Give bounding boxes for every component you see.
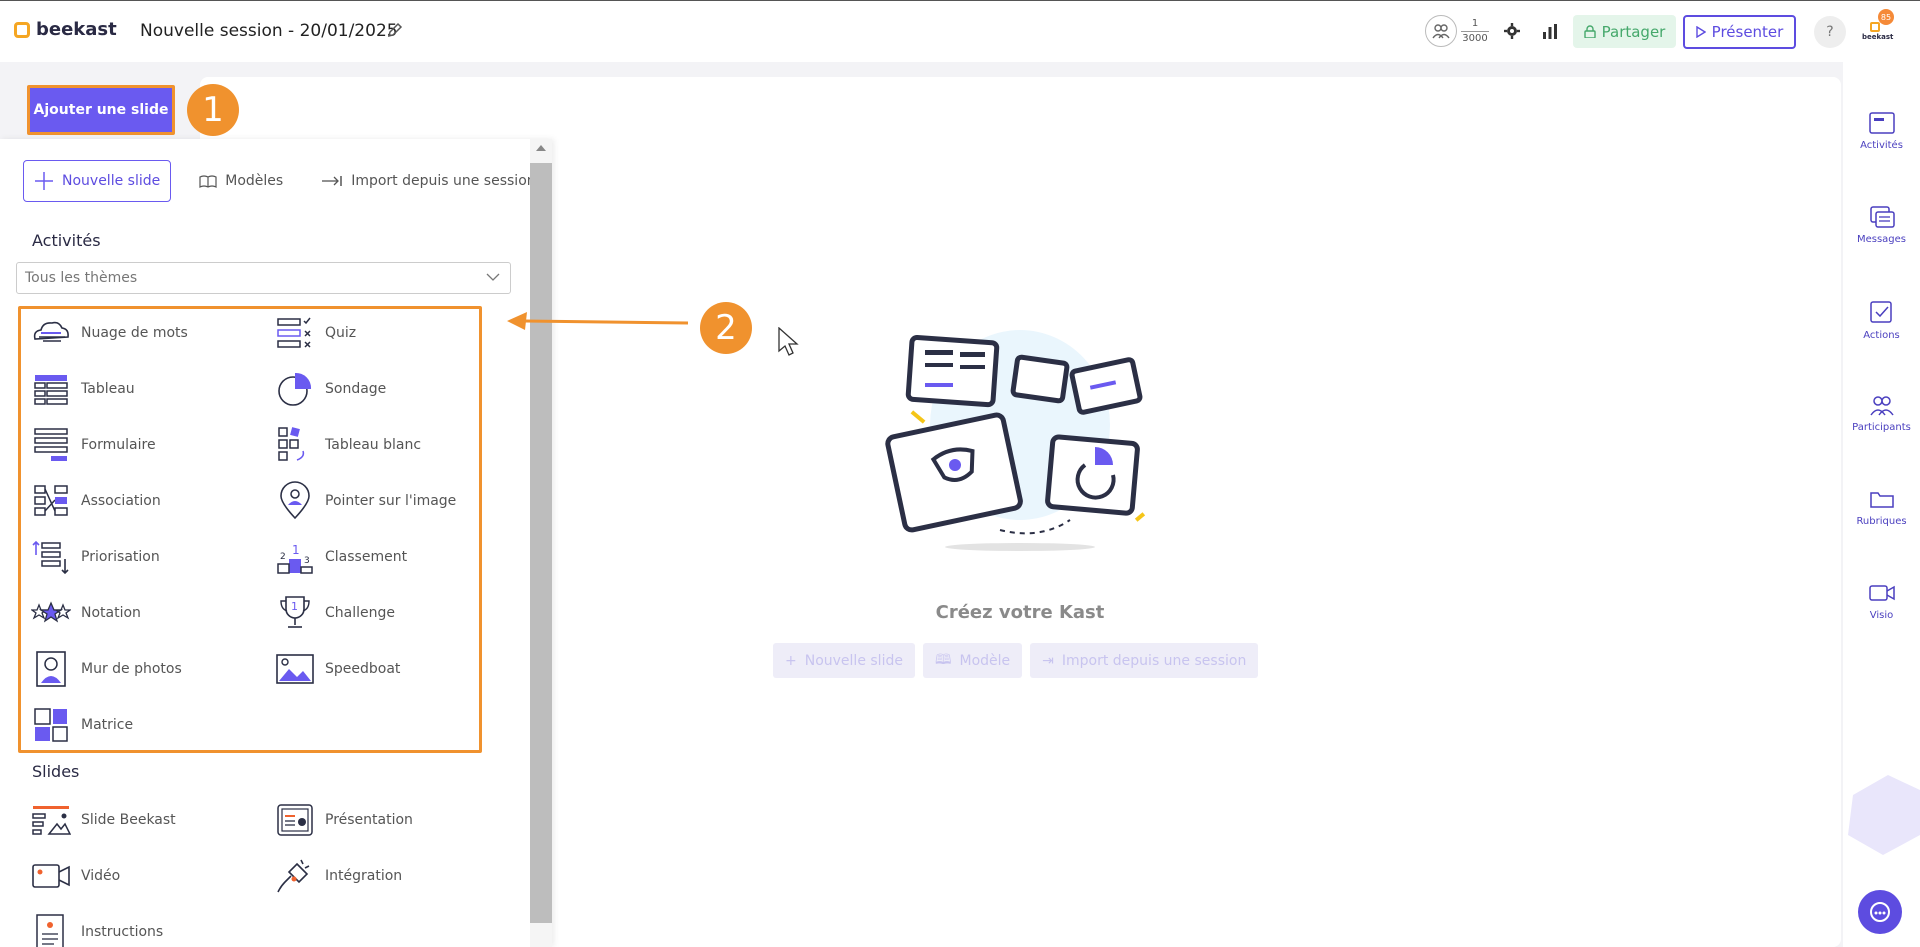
add-slide-panel: Nouvelle slide Modèles Import depuis une… (0, 139, 552, 947)
folder-icon (1869, 492, 1894, 508)
callout-step-2: 2 (700, 302, 752, 354)
mouse-cursor-icon (778, 327, 799, 356)
open-book-icon (199, 175, 217, 188)
decorative-hexagon-icon (1848, 775, 1920, 855)
import-arrow-icon: ⇥ (1042, 652, 1054, 669)
empty-state-actions: + Nouvelle slide 🕮 Modèle ⇥ Import depuis u… (773, 643, 1259, 678)
slide-label: Intégration (325, 868, 403, 884)
presentation-icon (277, 804, 313, 836)
sidebar-item-rubriques[interactable]: Rubriques (1843, 488, 1920, 527)
scroll-up-arrow-icon[interactable] (536, 145, 546, 151)
sidebar-item-actions[interactable]: Actions (1843, 300, 1920, 341)
activities-heading: Activités (32, 231, 101, 250)
slides-heading: Slides (32, 762, 80, 781)
pencil-icon[interactable] (386, 21, 404, 39)
tab-import-label: Import depuis une session (351, 173, 536, 189)
gear-icon[interactable] (1504, 23, 1520, 39)
plug-icon (277, 859, 310, 893)
share-label: Partager (1601, 22, 1666, 41)
logo-text: beekast (36, 19, 117, 40)
participants-group-icon (1869, 396, 1894, 416)
sidebar-item-messages[interactable]: Messages (1843, 206, 1920, 245)
beekast-logo-icon (14, 21, 30, 38)
slide-instructions[interactable]: Instructions (31, 912, 163, 947)
participant-counter[interactable]: 1 3000 (1425, 15, 1489, 47)
tab-new-slide-label: Nouvelle slide (62, 173, 161, 189)
sidebar-label-participants: Participants (1852, 422, 1911, 433)
present-button[interactable]: Présenter (1683, 15, 1796, 49)
cta-template-label: Modèle (959, 652, 1011, 669)
slide-label: Présentation (325, 812, 413, 828)
chevron-down-icon (486, 273, 500, 281)
theme-select[interactable]: Tous les thèmes (16, 262, 511, 294)
tab-new-slide[interactable]: Nouvelle slide (23, 160, 172, 202)
messages-icon (1869, 206, 1895, 228)
avatar-badge: 85 (1878, 9, 1894, 25)
sidebar-label-rubriques: Rubriques (1856, 516, 1907, 527)
present-label: Présenter (1711, 23, 1784, 41)
slide-beekast[interactable]: Slide Beekast (31, 800, 176, 840)
sidebar-label-visio: Visio (1869, 610, 1894, 621)
beekast-logo[interactable]: beekast (14, 19, 117, 40)
book-icon: 🕮 (934, 651, 952, 668)
video-icon (32, 864, 70, 888)
participants-current: 1 (1471, 17, 1479, 29)
cta-new-slide-label: Nouvelle slide (804, 652, 903, 669)
panel-tabs: Nouvelle slide Modèles Import depuis une… (23, 160, 546, 202)
sidebar-label-messages: Messages (1856, 234, 1907, 245)
share-button[interactable]: Partager (1573, 15, 1676, 48)
avatar-label: beekast (1862, 33, 1894, 41)
lock-icon (1583, 25, 1596, 38)
tab-import[interactable]: Import depuis une session (311, 160, 545, 202)
slide-beekast-icon (32, 806, 71, 835)
scrollbar-thumb[interactable] (530, 163, 552, 923)
video-camera-icon (1868, 585, 1895, 601)
top-bar: beekast Nouvelle session - 20/01/2025 1 … (0, 0, 1920, 62)
avatar-logo-icon (1870, 22, 1880, 32)
activities-icon (1868, 112, 1895, 134)
slide-presentation[interactable]: Présentation (275, 800, 413, 840)
chat-headset-icon (1870, 902, 1890, 922)
sidebar-label-actions: Actions (1863, 330, 1900, 341)
session-title[interactable]: Nouvelle session - 20/01/2025 (140, 21, 398, 41)
tab-templates[interactable]: Modèles (189, 160, 293, 202)
activities-highlight-box (18, 306, 482, 753)
theme-select-value: Tous les thèmes (25, 270, 138, 286)
panel-scrollbar[interactable] (530, 139, 552, 947)
help-button[interactable]: ? (1814, 16, 1846, 48)
callout-step-1: 1 (187, 84, 239, 136)
slide-label: Slide Beekast (81, 812, 176, 828)
plus-icon (35, 172, 53, 190)
participants-icon (1425, 15, 1457, 47)
slide-label: Instructions (81, 924, 164, 940)
sidebar-item-activities[interactable]: Activités (1843, 112, 1920, 151)
plus-icon: + (785, 652, 797, 669)
cta-template-button[interactable]: 🕮 Modèle (922, 643, 1023, 678)
bar-chart-icon[interactable] (1542, 23, 1558, 39)
avatar[interactable]: beekast 85 (1858, 9, 1894, 49)
add-slide-button[interactable]: Ajouter une slide (27, 85, 175, 135)
empty-state-title: Créez votre Kast (935, 602, 1105, 623)
tab-templates-label: Modèles (225, 173, 284, 189)
slide-label: Vidéo (81, 868, 121, 884)
sidebar-item-participants[interactable]: Participants (1843, 394, 1920, 433)
import-arrow-icon (322, 176, 342, 186)
sidebar-label-activities: Activités (1860, 140, 1903, 151)
slide-integration[interactable]: Intégration (275, 856, 402, 896)
checkbox-icon (1869, 301, 1892, 323)
callout-arrow (507, 312, 689, 330)
instructions-document-icon (36, 914, 64, 947)
cta-new-slide-button[interactable]: + Nouvelle slide (773, 643, 915, 678)
cta-import-button[interactable]: ⇥ Import depuis une session (1030, 643, 1259, 678)
participants-max: 3000 (1462, 32, 1488, 44)
slide-video[interactable]: Vidéo (31, 856, 120, 896)
support-chat-button[interactable] (1858, 890, 1902, 934)
kast-illustration-icon (885, 330, 1146, 551)
cta-import-label: Import depuis une session (1061, 652, 1247, 669)
sidebar-item-visio[interactable]: Visio (1843, 582, 1920, 621)
play-icon (1695, 26, 1706, 38)
